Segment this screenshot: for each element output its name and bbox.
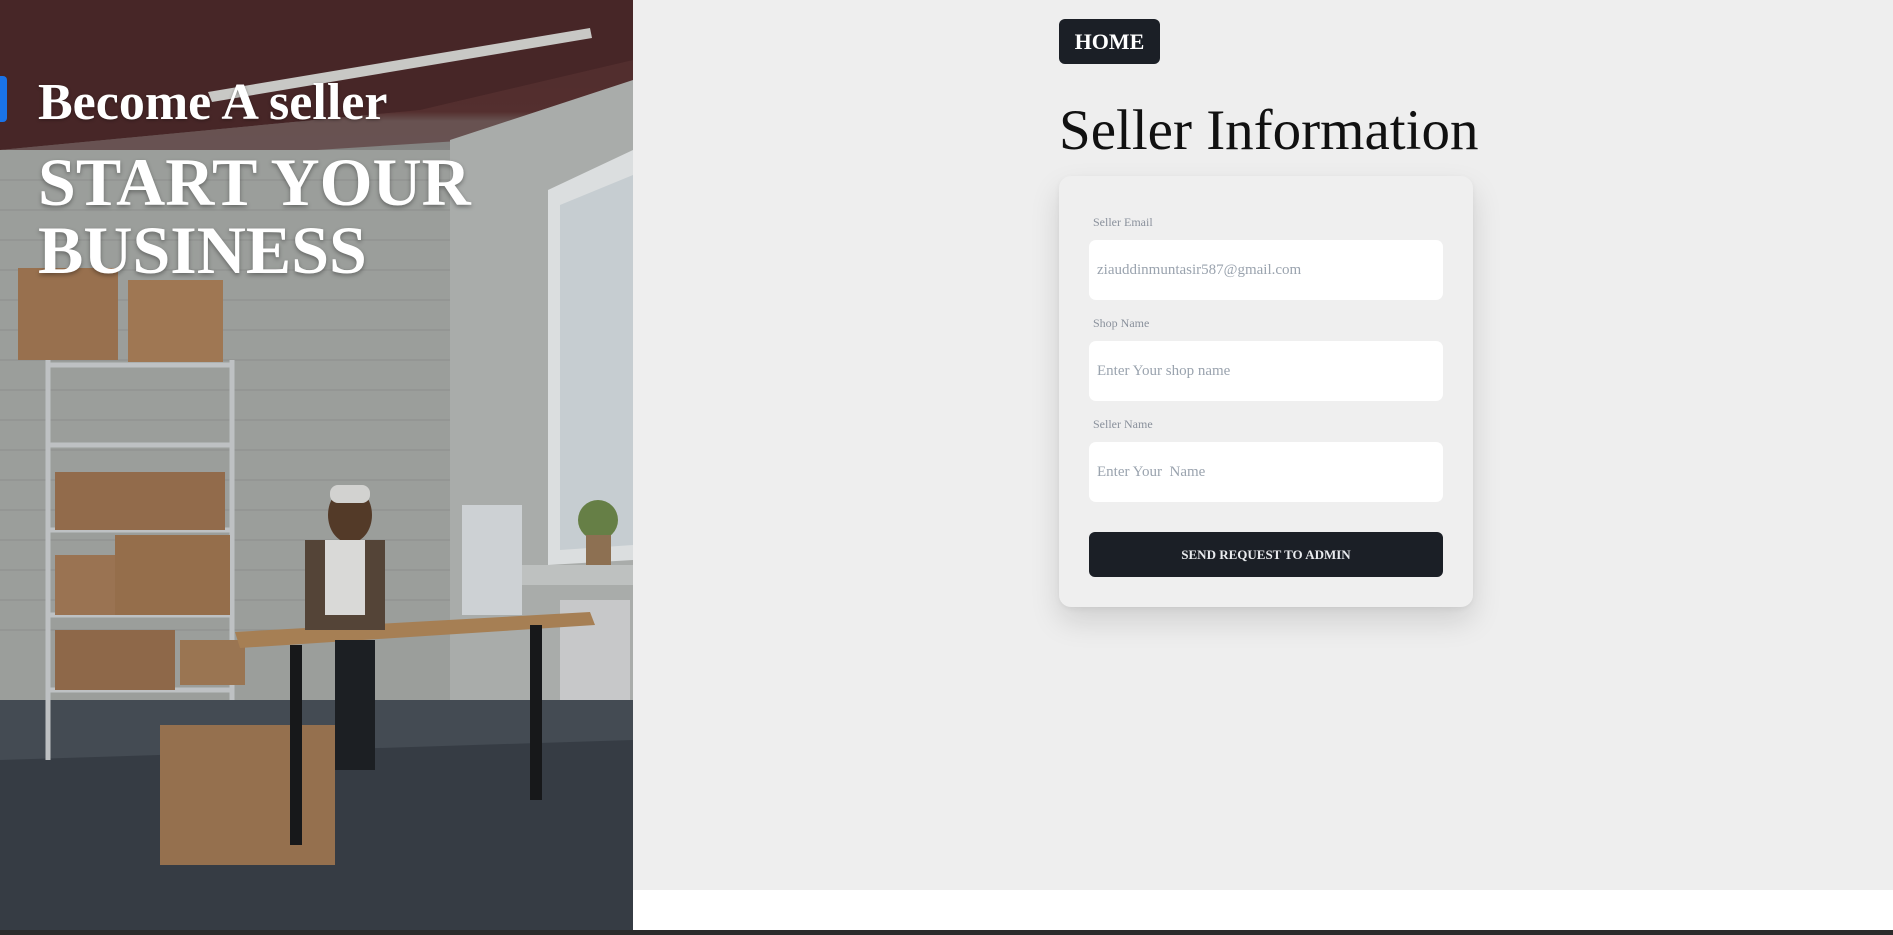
- shop-name-label: Shop Name: [1093, 316, 1150, 330]
- seller-name-label: Seller Name: [1093, 417, 1153, 431]
- home-button[interactable]: HOME: [1059, 19, 1160, 64]
- hero-panel: Become A seller START YOUR BUSINESS: [0, 0, 633, 930]
- bottom-strip: [0, 930, 1893, 935]
- shop-name-field[interactable]: [1089, 341, 1443, 401]
- hero-subtitle: Become A seller: [38, 74, 388, 131]
- hero-accent-bar: [0, 76, 7, 122]
- send-request-button[interactable]: SEND REQUEST TO ADMIN: [1089, 532, 1443, 577]
- seller-form-card: Seller Email Shop Name Seller Name SEND …: [1059, 176, 1473, 607]
- seller-email-field[interactable]: [1089, 240, 1443, 300]
- warehouse-office-photo: [0, 0, 633, 930]
- page-title: Seller Information: [1059, 99, 1479, 162]
- hero-title: START YOUR BUSINESS: [38, 144, 471, 288]
- seller-email-label: Seller Email: [1093, 215, 1153, 229]
- seller-name-field[interactable]: [1089, 442, 1443, 502]
